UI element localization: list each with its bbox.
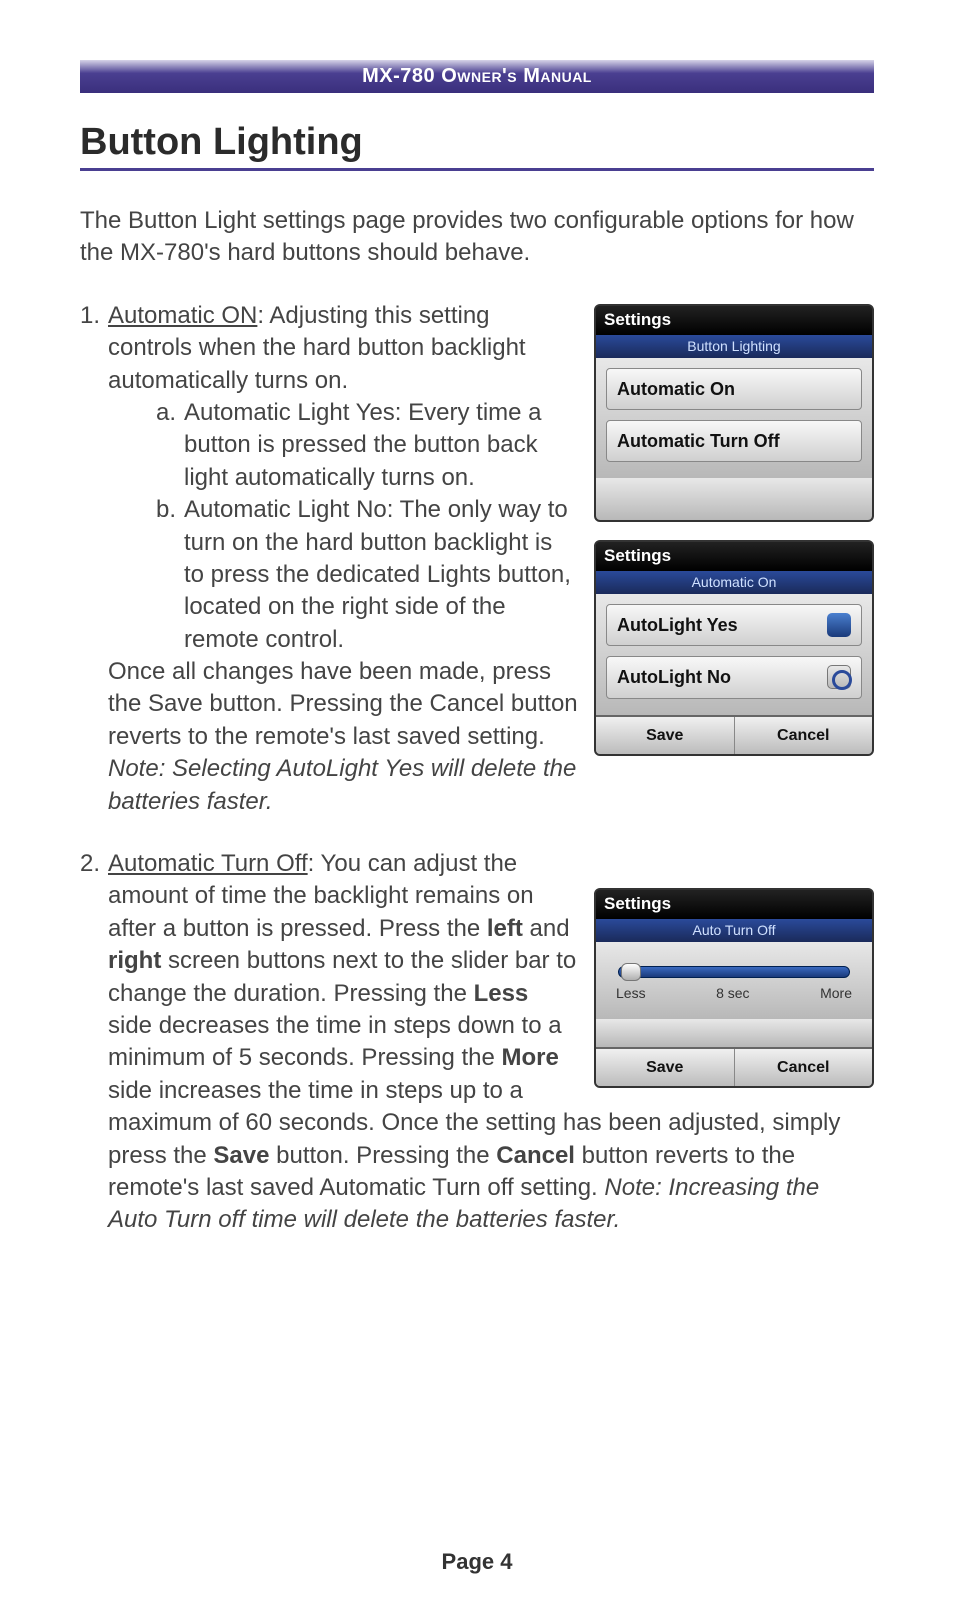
cancel-label: Cancel <box>777 727 829 744</box>
page-footer: Page 4 <box>0 1549 954 1575</box>
sc-subtitle: Button Lighting <box>596 335 872 358</box>
item1-heading: Automatic ON <box>108 302 257 329</box>
row-autolight-no[interactable]: AutoLight No <box>606 656 862 698</box>
item-number: 2. <box>80 848 100 880</box>
save-button[interactable]: Save <box>596 1049 735 1087</box>
row-label: AutoLight No <box>617 665 731 689</box>
sub-item-a: a. Automatic Light Yes: Every time a but… <box>184 397 874 494</box>
sub-item-b: b. Automatic Light No: The only way to t… <box>184 494 874 656</box>
sc-subtitle: Auto Turn Off <box>596 919 872 942</box>
bold-save: Save <box>213 1142 269 1169</box>
bold-right: right <box>108 947 161 974</box>
item1-note: Note: Selecting AutoLight Yes will delet… <box>108 755 576 814</box>
less-label[interactable]: Less <box>616 984 646 1003</box>
cancel-button[interactable]: Cancel <box>735 1049 873 1087</box>
item-number: 1. <box>80 300 100 332</box>
page-number: Page 4 <box>442 1549 513 1574</box>
section-title: Button Lighting <box>80 121 874 171</box>
cancel-label: Cancel <box>777 1059 829 1076</box>
save-button[interactable]: Save <box>596 717 735 755</box>
bold-less: Less <box>474 980 529 1007</box>
manual-title: MX-780 Owner's Manual <box>362 65 592 87</box>
t: side decreases the time in steps down to… <box>108 1012 562 1071</box>
bold-more: More <box>502 1044 559 1071</box>
sub-letter-a: a. <box>156 397 176 429</box>
t: and <box>523 915 570 942</box>
item1-tail: Once all changes have been made, press t… <box>108 658 578 750</box>
intro-paragraph: The Button Light settings page provides … <box>80 205 874 270</box>
sc-title: Settings <box>596 890 872 919</box>
save-label: Save <box>646 727 683 744</box>
duration-value: 8 sec <box>716 984 749 1003</box>
t: button. Pressing the <box>269 1142 496 1169</box>
bold-left: left <box>487 915 523 942</box>
duration-slider[interactable] <box>618 966 850 978</box>
list-item-1: 1. Settings Button Lighting Automatic On… <box>80 300 874 818</box>
screenshot-stack-2: Settings Auto Turn Off Less 8 sec More <box>594 888 874 1106</box>
sc-title: Settings <box>596 306 872 335</box>
more-label[interactable]: More <box>820 984 852 1003</box>
radio-unselected-icon <box>827 665 851 689</box>
sub-b-text: Automatic Light No: The only way to turn… <box>184 496 571 653</box>
bold-cancel: Cancel <box>496 1142 575 1169</box>
sub-letter-b: b. <box>156 494 176 526</box>
slider-thumb-icon[interactable] <box>621 963 641 981</box>
cancel-button[interactable]: Cancel <box>735 717 873 755</box>
sub-a-text: Automatic Light Yes: Every time a button… <box>184 399 542 491</box>
item2-heading: Automatic Turn Off <box>108 850 308 877</box>
list-item-2: 2. Settings Auto Turn Off Less 8 sec Mor… <box>80 848 874 1237</box>
screenshot-auto-turn-off: Settings Auto Turn Off Less 8 sec More <box>594 888 874 1088</box>
save-label: Save <box>646 1059 683 1076</box>
empty-area <box>596 1019 872 1047</box>
manual-header: MX-780 Owner's Manual <box>80 60 874 93</box>
